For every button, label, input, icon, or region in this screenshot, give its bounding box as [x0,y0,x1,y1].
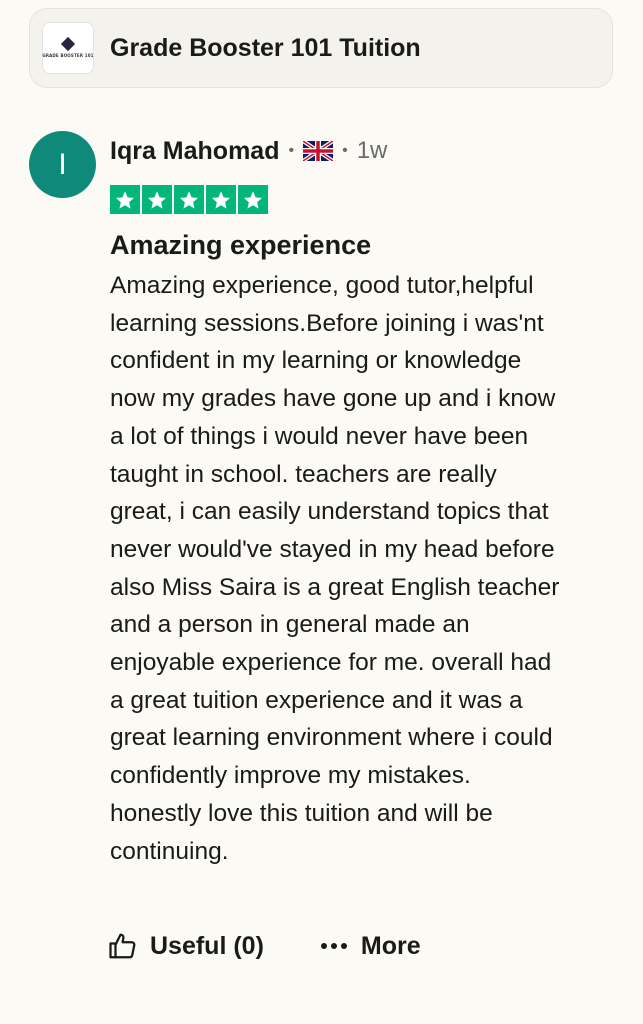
review-body-line: also Miss Saira is a great English teach… [110,573,560,601]
reviewer-name[interactable]: Iqra Mahomad [110,137,279,166]
useful-button[interactable]: Useful (0) [108,931,264,961]
star-icon [110,185,140,214]
star-icon [174,185,204,214]
review-body-line: confidently improve my mistakes. [110,762,471,790]
reviewer-avatar[interactable]: I [29,131,96,198]
more-label: More [360,931,421,960]
star-icon [142,185,172,214]
review-body-line: confident in my learning or knowledge [110,347,522,375]
separator-dot: • [342,142,348,159]
review-body-line: great, i can easily understand topics th… [110,498,549,526]
review-body-line: Amazing experience, good tutor,helpful [110,272,534,299]
separator-dot: • [288,142,295,159]
thumbs-up-icon [109,933,136,959]
company-logo: GRADE BOOSTER 101 [42,22,94,74]
company-name[interactable]: Grade Booster 101 Tuition [110,34,421,63]
company-logo-text: GRADE BOOSTER 101 [42,52,94,58]
reviewer-info: Iqra Mahomad • • 1w [110,135,387,167]
review-body-line: great learning environment where i could [110,724,553,752]
review-body-line: never would've stayed in my head before [110,535,555,563]
avatar-letter: I [58,147,67,181]
review-body-line: a great tuition experience and it was a [110,686,523,714]
company-card[interactable]: GRADE BOOSTER 101 Grade Booster 101 Tuit… [29,8,613,88]
ellipsis-icon [320,943,347,949]
review-body-line: continuing. [110,837,229,865]
review-body-line: a lot of things i would never have been [110,422,529,450]
star-rating [110,185,268,214]
review-body-line: and a person in general made an [110,611,470,639]
review-page: GRADE BOOSTER 101 Grade Booster 101 Tuit… [0,0,643,1024]
review-body: Amazing experience, good tutor,helpful le… [110,267,625,870]
review-body-line: learning sessions.Before joining i was'n… [110,309,544,337]
review-actions: Useful (0) More [108,926,421,966]
uk-flag-icon [303,141,334,161]
review-body-line: taught in school. teachers are really [110,460,497,488]
review-body-line: enjoyable experience for me. overall had [110,649,552,677]
star-icon [206,185,236,214]
useful-label: Useful (0) [150,931,264,960]
review-time: 1w [356,137,388,164]
more-button[interactable]: More [319,931,421,961]
review-body-line: now my grades have gone up and i know [110,385,556,413]
company-logo-icon [60,36,76,51]
star-icon [238,185,268,214]
review-body-line: honestly love this tuition and will be [110,799,493,827]
review-title: Amazing experience [110,230,372,260]
